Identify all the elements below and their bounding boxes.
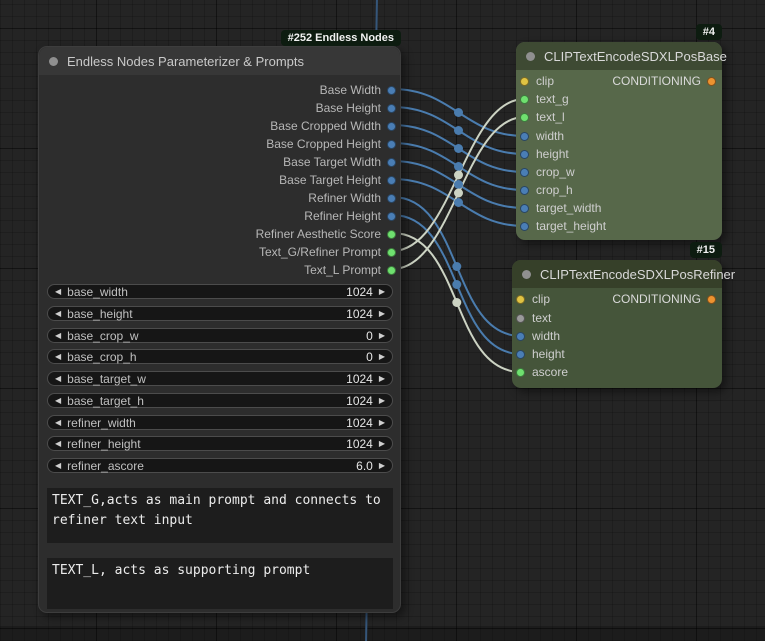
node-title: Endless Nodes Parameterizer & Prompts	[67, 54, 304, 69]
decrement-arrow-icon[interactable]: ◀	[55, 310, 61, 318]
widget-base-width[interactable]: ◀ base_width 1024 ▶	[47, 284, 393, 299]
decrement-arrow-icon[interactable]: ◀	[55, 375, 61, 383]
decrement-arrow-icon[interactable]: ◀	[55, 332, 61, 340]
widget-refiner-width[interactable]: ◀ refiner_width 1024 ▶	[47, 415, 393, 430]
output-socket[interactable]	[387, 86, 396, 95]
text-l-textarea[interactable]: TEXT_L, acts as supporting prompt	[47, 558, 393, 609]
output-base-width: Base Width	[39, 82, 400, 98]
output-socket[interactable]	[387, 158, 396, 167]
input-socket[interactable]	[516, 314, 525, 323]
output-refiner-width: Refiner Width	[39, 190, 400, 206]
output-socket[interactable]	[387, 212, 396, 221]
decrement-arrow-icon[interactable]: ◀	[55, 288, 61, 296]
output-base-target-width: Base Target Width	[39, 154, 400, 170]
output-socket[interactable]	[387, 176, 396, 185]
output-socket[interactable]	[387, 266, 396, 275]
input-target-width: target_width	[516, 200, 722, 216]
increment-arrow-icon[interactable]: ▶	[379, 419, 385, 427]
input-socket[interactable]	[520, 168, 529, 177]
input-socket[interactable]	[520, 132, 529, 141]
increment-arrow-icon[interactable]: ▶	[379, 375, 385, 383]
output-text-l-prompt: Text_L Prompt	[39, 262, 400, 278]
input-socket[interactable]	[520, 222, 529, 231]
output-base-cropped-height: Base Cropped Height	[39, 136, 400, 152]
decrement-arrow-icon[interactable]: ◀	[55, 462, 61, 470]
input-ascore: ascore	[512, 364, 722, 380]
input-target-height: target_height	[516, 218, 722, 234]
node-clip-text-encode-sdxl-pos-refiner[interactable]: CLIPTextEncodeSDXLPosRefiner CONDITIONIN…	[512, 260, 722, 388]
widget-base-target-w[interactable]: ◀ base_target_w 1024 ▶	[47, 371, 393, 386]
input-socket[interactable]	[520, 204, 529, 213]
collapse-dot-icon[interactable]	[522, 270, 531, 279]
increment-arrow-icon[interactable]: ▶	[379, 288, 385, 296]
widget-base-crop-w[interactable]: ◀ base_crop_w 0 ▶	[47, 328, 393, 343]
node-endless-parameterizer[interactable]: Endless Nodes Parameterizer & Prompts Ba…	[38, 46, 401, 613]
node-title: CLIPTextEncodeSDXLPosRefiner	[540, 267, 735, 282]
widget-base-target-h[interactable]: ◀ base_target_h 1024 ▶	[47, 393, 393, 408]
input-text-g: text_g	[516, 91, 722, 107]
decrement-arrow-icon[interactable]: ◀	[55, 440, 61, 448]
input-socket[interactable]	[520, 113, 529, 122]
node-title-bar[interactable]: CLIPTextEncodeSDXLPosBase	[516, 42, 722, 70]
decrement-arrow-icon[interactable]: ◀	[55, 397, 61, 405]
input-socket[interactable]	[516, 295, 525, 304]
text-g-textarea[interactable]: TEXT_G,acts as main prompt and connects …	[47, 488, 393, 543]
collapse-dot-icon[interactable]	[49, 57, 58, 66]
input-socket[interactable]	[516, 350, 525, 359]
output-refiner-height: Refiner Height	[39, 208, 400, 224]
collapse-dot-icon[interactable]	[526, 52, 535, 61]
node-title-bar[interactable]: CLIPTextEncodeSDXLPosRefiner	[512, 260, 722, 288]
output-base-target-height: Base Target Height	[39, 172, 400, 188]
input-socket[interactable]	[520, 77, 529, 86]
output-refiner-aesthetic-score: Refiner Aesthetic Score	[39, 226, 400, 242]
output-socket[interactable]	[387, 230, 396, 239]
output-text-g-refiner-prompt: Text_G/Refiner Prompt	[39, 244, 400, 260]
input-crop-h: crop_h	[516, 182, 722, 198]
node-badge-4: #4	[696, 24, 722, 40]
input-socket[interactable]	[520, 150, 529, 159]
input-socket[interactable]	[516, 332, 525, 341]
input-crop-w: crop_w	[516, 164, 722, 180]
output-socket[interactable]	[387, 122, 396, 131]
input-socket[interactable]	[516, 368, 525, 377]
input-width: width	[512, 328, 722, 344]
output-socket[interactable]	[387, 140, 396, 149]
input-height: height	[512, 346, 722, 362]
increment-arrow-icon[interactable]: ▶	[379, 462, 385, 470]
node-title: CLIPTextEncodeSDXLPosBase	[544, 49, 727, 64]
widget-refiner-ascore[interactable]: ◀ refiner_ascore 6.0 ▶	[47, 458, 393, 473]
input-clip: clip	[516, 73, 722, 89]
widget-base-height[interactable]: ◀ base_height 1024 ▶	[47, 306, 393, 321]
output-base-cropped-width: Base Cropped Width	[39, 118, 400, 134]
increment-arrow-icon[interactable]: ▶	[379, 440, 385, 448]
input-clip: clip	[512, 291, 722, 307]
widget-refiner-height[interactable]: ◀ refiner_height 1024 ▶	[47, 436, 393, 451]
output-socket[interactable]	[387, 104, 396, 113]
widget-base-crop-h[interactable]: ◀ base_crop_h 0 ▶	[47, 349, 393, 364]
input-width: width	[516, 128, 722, 144]
increment-arrow-icon[interactable]: ▶	[379, 332, 385, 340]
decrement-arrow-icon[interactable]: ◀	[55, 353, 61, 361]
decrement-arrow-icon[interactable]: ◀	[55, 419, 61, 427]
node-title-bar[interactable]: Endless Nodes Parameterizer & Prompts	[39, 47, 400, 75]
increment-arrow-icon[interactable]: ▶	[379, 310, 385, 318]
input-socket[interactable]	[520, 186, 529, 195]
node-clip-text-encode-sdxl-pos-base[interactable]: CLIPTextEncodeSDXLPosBase CONDITIONING c…	[516, 42, 722, 240]
input-height: height	[516, 146, 722, 162]
increment-arrow-icon[interactable]: ▶	[379, 397, 385, 405]
output-base-height: Base Height	[39, 100, 400, 116]
increment-arrow-icon[interactable]: ▶	[379, 353, 385, 361]
input-text: text	[512, 310, 722, 326]
input-text-l: text_l	[516, 109, 722, 125]
input-socket[interactable]	[520, 95, 529, 104]
output-socket[interactable]	[387, 248, 396, 257]
node-badge-252: #252 Endless Nodes	[281, 30, 401, 46]
output-socket[interactable]	[387, 194, 396, 203]
node-badge-15: #15	[690, 242, 722, 258]
